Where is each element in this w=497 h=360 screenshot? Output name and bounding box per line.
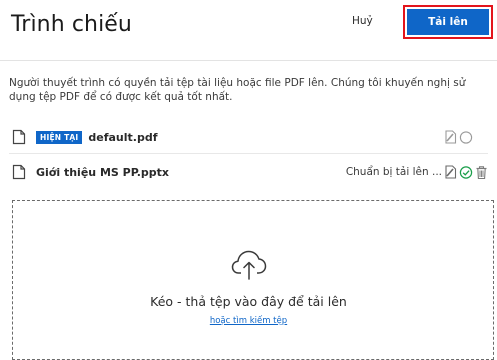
trash-icon-placeholder xyxy=(474,129,488,145)
page-title: Trình chiếu xyxy=(11,12,132,37)
header-divider xyxy=(0,60,497,61)
cancel-button[interactable]: Huỷ xyxy=(352,15,373,27)
file-actions xyxy=(444,129,488,145)
cloud-upload-icon xyxy=(231,248,267,282)
drop-instruction: Kéo - thả tệp vào đây để tải lên xyxy=(150,294,347,309)
row-divider xyxy=(9,153,488,154)
upload-button-highlight: Tải lên xyxy=(403,5,493,39)
upload-description: Người thuyết trình có quyền tải tệp tài … xyxy=(9,77,466,103)
file-row-pending[interactable]: Giới thiệu MS PP.pptx Chuẩn bị tải lên .… xyxy=(9,158,488,186)
file-row-current[interactable]: HIỆN TẠI default.pdf xyxy=(9,123,488,151)
download-toggle-icon[interactable] xyxy=(444,129,458,145)
download-toggle-icon[interactable] xyxy=(444,164,458,180)
trash-icon[interactable] xyxy=(474,164,488,180)
file-name: default.pdf xyxy=(88,130,158,144)
current-badge: HIỆN TẠI xyxy=(36,130,83,144)
file-icon xyxy=(12,164,26,180)
check-circle-icon[interactable] xyxy=(459,164,473,180)
file-status: Chuẩn bị tải lên ... xyxy=(345,166,442,178)
upload-button[interactable]: Tải lên xyxy=(407,9,489,35)
radio-icon[interactable] xyxy=(459,129,473,145)
file-actions xyxy=(444,164,488,180)
file-icon xyxy=(12,129,26,145)
browse-files-link[interactable]: hoặc tìm kiếm tệp xyxy=(0,316,497,326)
file-name: Giới thiệu MS PP.pptx xyxy=(36,165,170,179)
